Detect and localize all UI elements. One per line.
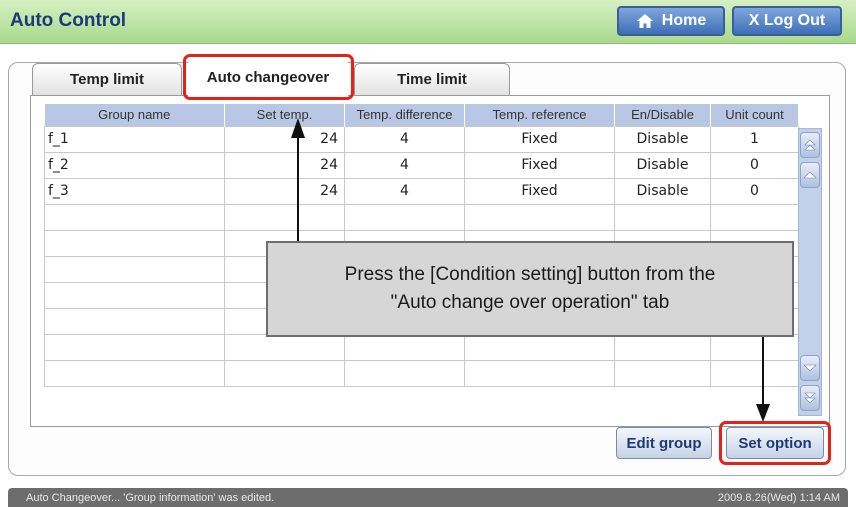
table-row[interactable]: f_1 24 4 Fixed Disable 1 [44,125,799,153]
group-name-cell: f_1 [44,125,225,153]
double-chevron-down-icon [804,392,816,404]
temp-ref-cell: Fixed [464,125,615,153]
group-name-cell: f_3 [44,177,225,205]
callout-line-1: Press the [Condition setting] button fro… [344,263,716,285]
table-row-empty [44,359,799,387]
status-datetime: 2009.8.26(Wed) 1:14 AM [717,491,840,504]
tab-temp-limit[interactable]: Temp limit [32,63,182,95]
column-header: Set temp. [224,104,345,126]
edit-group-label: Edit group [626,434,702,452]
temp-ref-cell: Fixed [464,177,615,205]
chevron-up-icon [803,171,817,179]
status-bar: Auto Changeover... 'Group information' w… [8,488,848,507]
tab-label: Auto changeover [206,68,330,86]
scroll-down-button[interactable] [800,355,820,381]
home-button-label: Home [661,12,707,29]
group-name-cell: f_2 [44,151,225,179]
set-temp-cell: 24 [224,177,345,205]
tab-time-limit[interactable]: Time limit [354,63,510,95]
table-row[interactable]: f_2 24 4 Fixed Disable 0 [44,151,799,179]
column-header: Temp. reference [464,104,615,126]
unit-count-cell: 0 [710,177,799,205]
status-message: Auto Changeover... 'Group information' w… [26,491,275,504]
set-option-label: Set option [738,434,812,452]
table-row-empty [44,333,799,361]
tab-label: Temp limit [70,71,144,88]
scroll-top-button[interactable] [800,132,820,158]
temp-diff-cell: 4 [344,125,465,153]
app-header: Auto Control Home X Log Out [0,0,856,44]
unit-count-cell: 1 [710,125,799,153]
app-title: Auto Control [10,10,127,31]
double-chevron-up-icon [804,139,816,151]
unit-count-cell: 0 [710,151,799,179]
scroll-bottom-button[interactable] [800,385,820,411]
temp-ref-cell: Fixed [464,151,615,179]
enable-cell: Disable [614,125,711,153]
instruction-callout: Press the [Condition setting] button fro… [266,241,794,337]
table-row[interactable]: f_3 24 4 Fixed Disable 0 [44,177,799,205]
set-temp-cell: 24 [224,125,345,153]
callout-line-2: "Auto change over operation" tab [390,292,670,313]
logout-button-label: X Log Out [748,12,826,29]
temp-diff-cell: 4 [344,151,465,179]
logout-button[interactable]: X Log Out [732,6,842,36]
scroll-up-button[interactable] [800,162,820,188]
edit-group-button[interactable]: Edit group [616,427,712,459]
tab-label: Time limit [397,71,467,88]
table-row-empty [44,203,799,231]
table-header-row: Group name Set temp. Temp. difference Te… [44,104,799,126]
set-option-button[interactable]: Set option [726,427,824,459]
temp-diff-cell: 4 [344,177,465,205]
enable-cell: Disable [614,177,711,205]
tab-auto-changeover[interactable]: Auto changeover [188,57,348,97]
column-header: En/Disable [614,104,711,126]
column-header: Group name [44,104,225,126]
table-scrollbar[interactable] [798,128,822,416]
home-icon [636,14,653,28]
chevron-down-icon [803,364,817,372]
column-header: Unit count [710,104,799,126]
enable-cell: Disable [614,151,711,179]
set-temp-cell: 24 [224,151,345,179]
home-button[interactable]: Home [617,6,725,36]
column-header: Temp. difference [344,104,465,126]
